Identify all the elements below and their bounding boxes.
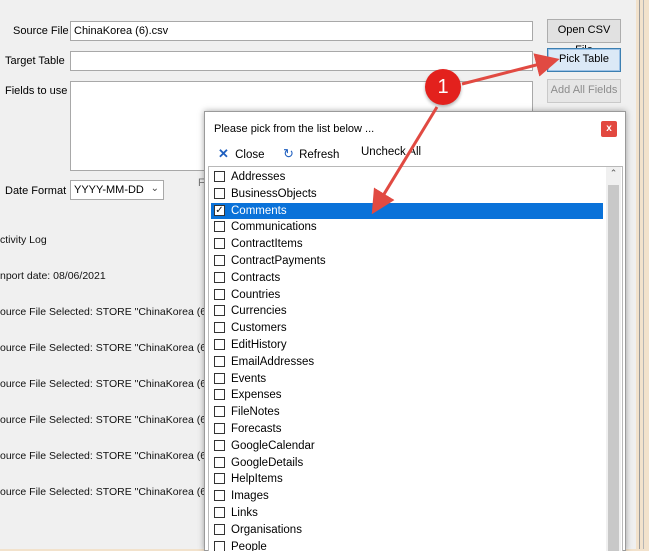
arrow-to-pick-table: [461, 53, 560, 86]
step-number-badge: 1: [425, 69, 461, 105]
annotation-arrows: [371, 53, 560, 215]
arrow-to-comments: [371, 106, 439, 215]
